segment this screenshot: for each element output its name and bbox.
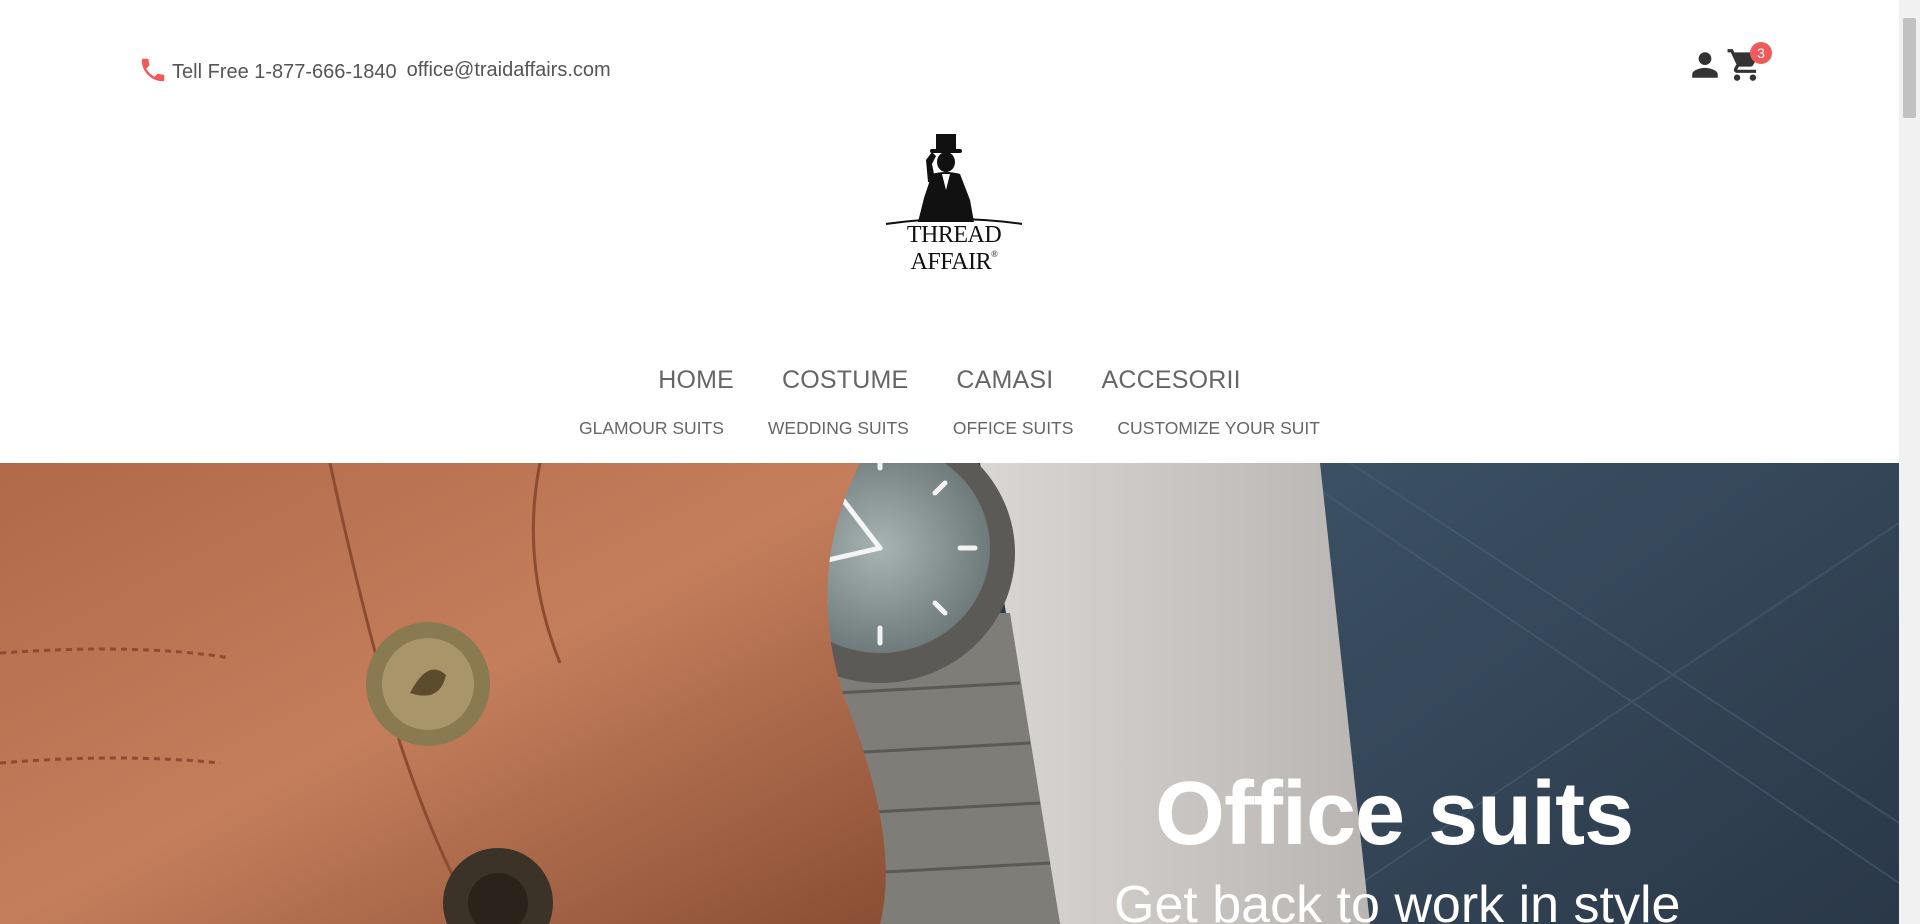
gentleman-silhouette-icon — [885, 134, 1023, 225]
hero-title: Office suits — [1155, 764, 1634, 864]
contact-bar: Tell Free 1-877-666-1840 office@traidaff… — [138, 50, 611, 90]
email-link[interactable]: office@traidaffairs.com — [407, 59, 611, 82]
brand-name: THREAD AFFAIR® — [906, 222, 1002, 275]
nav-costume[interactable]: COSTUME — [782, 366, 908, 395]
subnav-office-suits[interactable]: OFFICE SUITS — [953, 418, 1074, 439]
subnav-customize-your-suit[interactable]: CUSTOMIZE YOUR SUIT — [1117, 418, 1320, 439]
phone-icon[interactable] — [138, 55, 168, 85]
main-nav: HOME COSTUME CAMASI ACCESORII — [0, 366, 1899, 395]
subnav-wedding-suits[interactable]: WEDDING SUITS — [768, 418, 909, 439]
page-scrollbar[interactable] — [1899, 0, 1920, 924]
cart-button[interactable]: 3 — [1726, 42, 1772, 84]
page: Tell Free 1-877-666-1840 office@traidaff… — [0, 0, 1899, 924]
subnav-glamour-suits[interactable]: GLAMOUR SUITS — [579, 418, 724, 439]
brand-logo[interactable]: THREAD AFFAIR® — [866, 130, 1042, 275]
user-icon[interactable] — [1688, 47, 1722, 83]
cart-count-badge: 3 — [1750, 42, 1772, 64]
hero-subtitle: Get back to work in style — [1114, 876, 1681, 924]
phone-number[interactable]: Tell Free 1-877-666-1840 — [172, 61, 397, 84]
scrollbar-thumb[interactable] — [1903, 18, 1916, 118]
nav-home[interactable]: HOME — [658, 366, 734, 395]
sub-nav: GLAMOUR SUITS WEDDING SUITS OFFICE SUITS… — [0, 418, 1899, 439]
nav-camasi[interactable]: CAMASI — [956, 366, 1053, 395]
account-area: 3 — [1688, 42, 1772, 84]
nav-accesorii[interactable]: ACCESORII — [1101, 366, 1240, 395]
hero-banner: Office suits Get back to work in style — [0, 463, 1899, 924]
